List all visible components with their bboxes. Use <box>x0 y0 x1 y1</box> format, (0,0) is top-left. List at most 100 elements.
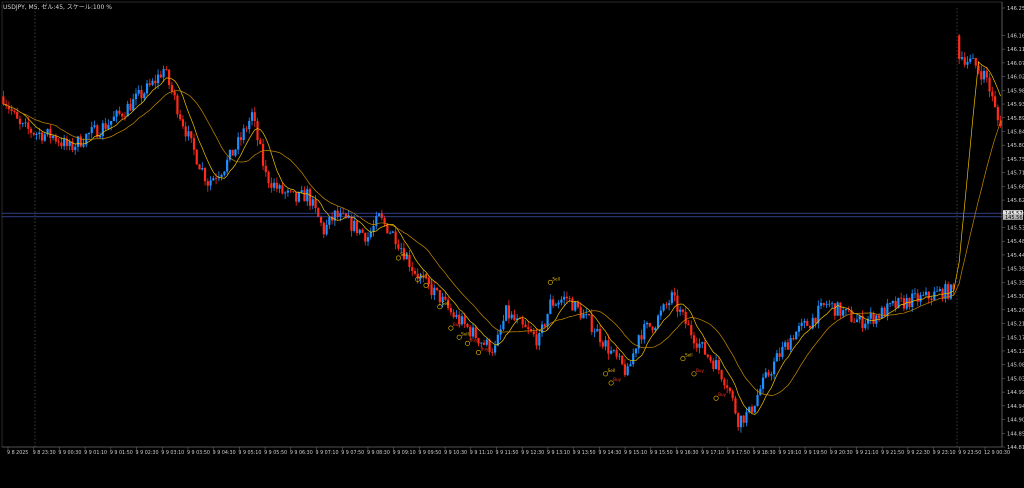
candle-body <box>819 303 823 306</box>
candle-body <box>311 199 314 206</box>
candle-body <box>797 326 801 332</box>
candle-body <box>297 192 301 202</box>
y-tick-label: 145.620 <box>1007 198 1024 204</box>
candle-body <box>165 69 168 70</box>
x-tick-label: 9 9 11:50 <box>496 450 519 456</box>
candle-body <box>507 305 511 319</box>
candle-body <box>844 309 848 311</box>
candle-body <box>24 122 27 124</box>
y-tick-label: 145.080 <box>1007 363 1024 369</box>
candle-body <box>118 110 121 114</box>
candle-body <box>971 57 975 59</box>
candle-body <box>565 296 569 299</box>
candle-body <box>966 61 969 65</box>
candle-body <box>640 335 643 340</box>
chart-canvas[interactable]: 146.250 146.160 146.115 146.070 146.025 145.9… <box>0 0 1024 484</box>
candle-body <box>27 122 30 129</box>
y-tick-label: 145.305 <box>1007 294 1024 300</box>
candle-body <box>806 320 809 326</box>
candle-body <box>444 296 447 300</box>
candle-body <box>115 110 118 117</box>
candle-body <box>684 311 687 324</box>
signal-label: Buy <box>613 377 622 382</box>
candle-body <box>991 91 994 97</box>
candle-body <box>590 315 593 333</box>
x-tick-label: 9 9 15:50 <box>650 450 673 456</box>
candle-body <box>460 316 464 325</box>
candle-body <box>477 338 480 344</box>
candle-body <box>668 303 671 306</box>
y-tick-label: 145.890 <box>1007 116 1024 122</box>
signal-label: Buy <box>481 346 490 351</box>
candle-body <box>521 318 524 325</box>
price-chart[interactable]: 146.250 146.160 146.115 146.070 146.025 145.9… <box>0 0 1024 484</box>
candle-body <box>198 164 201 170</box>
candle-body <box>336 210 339 217</box>
candle-body <box>394 231 397 245</box>
x-tick-label: 9 9 05:10 <box>238 450 261 456</box>
candle-body <box>206 181 209 186</box>
x-tick-label: 9 9 23:50 <box>958 450 981 456</box>
candle-body <box>538 333 541 346</box>
candle-body <box>935 290 939 292</box>
y-tick-label: 145.170 <box>1007 335 1024 341</box>
candle-body <box>168 69 171 86</box>
candle-body <box>159 74 162 78</box>
signal-label: Sell <box>400 252 408 257</box>
x-tick-label: 9 9 21:50 <box>881 450 904 456</box>
candle-body <box>156 74 160 84</box>
signal-label: Buy <box>696 368 705 373</box>
candle-body <box>681 309 685 312</box>
candle-body <box>922 295 925 296</box>
candle-body <box>369 231 372 238</box>
candle-body <box>466 324 469 328</box>
candle-body <box>778 353 781 357</box>
candle-body <box>416 273 419 279</box>
x-tick-label: 9 9 14:30 <box>598 450 621 456</box>
candle-body <box>750 406 754 413</box>
candle-body <box>676 295 679 312</box>
candle-body <box>618 355 621 357</box>
signal-label: Sell <box>461 331 469 336</box>
y-tick-label: 144.855 <box>1007 431 1024 437</box>
candle-body <box>112 116 115 121</box>
candle-body <box>256 121 259 141</box>
candle-body <box>261 144 265 166</box>
candle-body <box>10 109 13 111</box>
candle-body <box>789 338 792 350</box>
candle-body <box>756 395 759 406</box>
y-tick-label: 145.215 <box>1007 322 1024 328</box>
candle-body <box>87 133 91 135</box>
candle-body <box>706 354 709 357</box>
x-tick-label: 9 9 17:50 <box>727 450 750 456</box>
candle-body <box>974 57 977 66</box>
signal-label: Buy <box>718 392 727 397</box>
x-tick-label: 9 9 15:10 <box>624 450 647 456</box>
candle-body <box>485 339 488 345</box>
candle-body <box>40 132 44 141</box>
candle-body <box>148 83 151 85</box>
x-tick-label: 9 9 07:50 <box>341 450 364 456</box>
candle-body <box>234 149 237 156</box>
candle-body <box>377 213 381 216</box>
y-tick-label: 145.485 <box>1007 239 1024 245</box>
candle-body <box>930 298 933 300</box>
candle-body <box>775 353 778 362</box>
candle-body <box>510 314 513 319</box>
candle-body <box>212 178 215 181</box>
candle-body <box>90 127 93 134</box>
candle-body <box>300 190 303 193</box>
candle-body <box>784 342 787 347</box>
candle-body <box>176 95 179 115</box>
candle-body <box>764 372 767 378</box>
y-tick-label: 146.025 <box>1007 75 1024 81</box>
candle-body <box>372 225 375 232</box>
x-tick-label: 9 8 2025 <box>7 450 28 456</box>
candle-body <box>366 237 370 242</box>
candle-body <box>855 319 859 323</box>
y-tick-label: 145.665 <box>1007 184 1024 190</box>
candle-body <box>364 232 367 242</box>
candle-body <box>615 350 618 357</box>
candle-body <box>612 350 615 351</box>
candle-body <box>350 216 353 231</box>
